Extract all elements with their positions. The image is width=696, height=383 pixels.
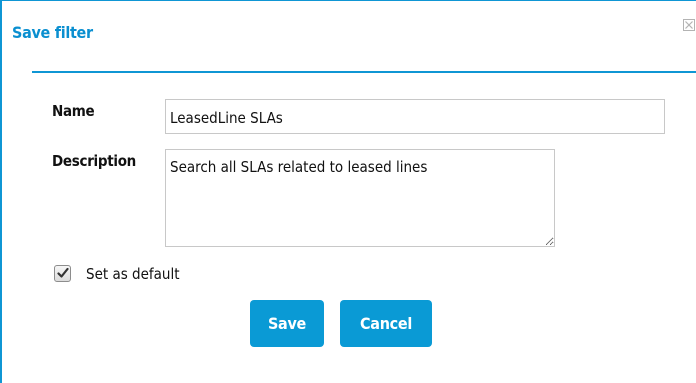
description-textarea[interactable]: Search all SLAs related to leased lines <box>165 149 555 247</box>
save-filter-dialog: Save filter Name Description Search all … <box>0 0 696 383</box>
description-label: Description <box>52 152 136 170</box>
name-input[interactable] <box>165 99 665 134</box>
close-icon[interactable] <box>682 18 696 32</box>
close-icon-glyph <box>683 19 695 31</box>
name-label: Name <box>52 102 95 120</box>
checkmark-icon <box>57 267 69 278</box>
save-button[interactable]: Save <box>250 300 324 347</box>
set-default-label[interactable]: Set as default <box>86 265 180 283</box>
dialog-title: Save filter <box>12 23 93 42</box>
set-default-checkbox[interactable] <box>54 265 71 282</box>
title-divider <box>32 71 696 73</box>
cancel-button[interactable]: Cancel <box>340 300 432 347</box>
